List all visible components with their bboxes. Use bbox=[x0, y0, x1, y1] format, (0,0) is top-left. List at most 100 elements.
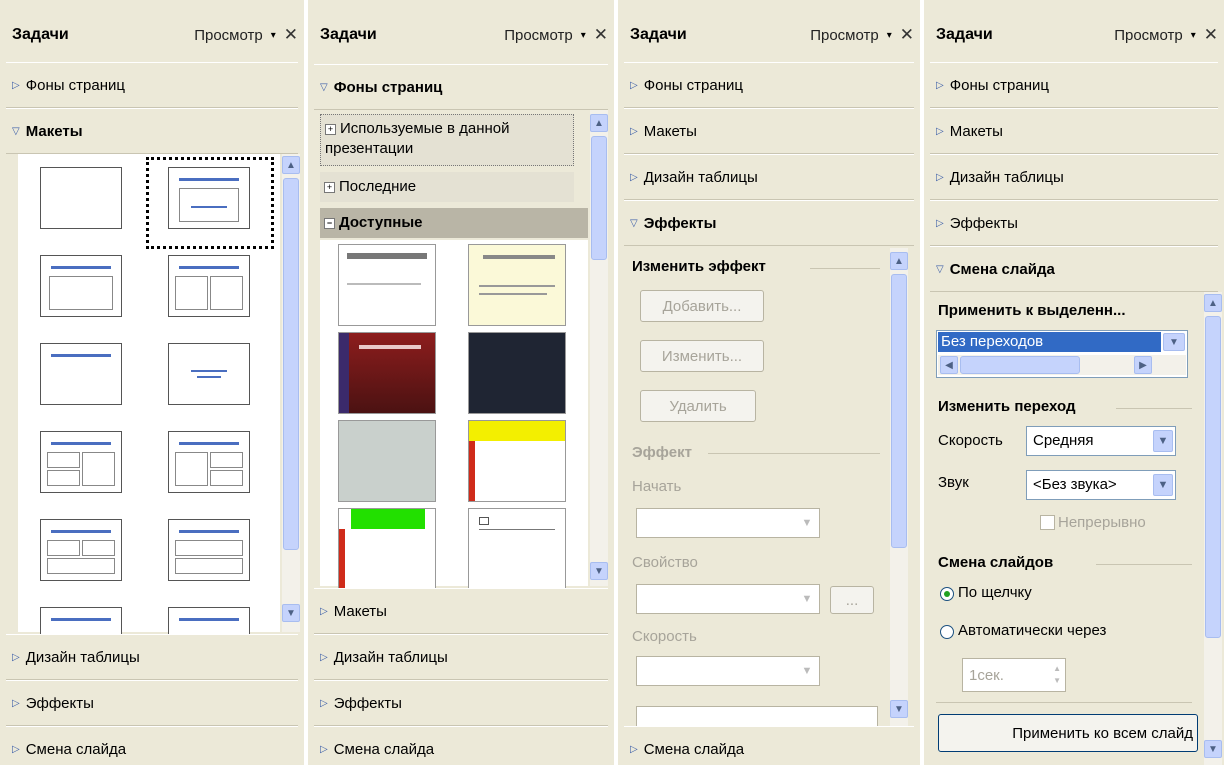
chevron-down-icon[interactable]: ▼ bbox=[1163, 333, 1185, 351]
scroll-thumb[interactable] bbox=[960, 356, 1080, 374]
section-table-design[interactable]: ▷ Дизайн таблицы bbox=[624, 154, 914, 200]
automatic-radio[interactable] bbox=[940, 625, 954, 639]
section-effects[interactable]: ▷ Эффекты bbox=[314, 680, 608, 726]
horizontal-scrollbar[interactable]: ◀ ▶ bbox=[938, 355, 1186, 375]
on-click-radio[interactable] bbox=[940, 587, 954, 601]
master-template-6[interactable] bbox=[468, 420, 566, 502]
layout-title-content-2[interactable] bbox=[40, 431, 122, 493]
transition-list[interactable]: Без переходов ▼ ◀ ▶ bbox=[936, 330, 1188, 378]
section-layouts[interactable]: ▽ Макеты bbox=[6, 108, 298, 154]
view-dropdown-icon[interactable]: ▾ bbox=[581, 30, 586, 41]
master-template-5[interactable] bbox=[338, 420, 436, 502]
layout-title-2-content-over[interactable] bbox=[168, 519, 250, 581]
section-slide-transition[interactable]: ▽ Смена слайда bbox=[930, 246, 1218, 292]
change-effect-button[interactable]: Изменить... bbox=[640, 340, 764, 372]
scroll-up-icon[interactable]: ▲ bbox=[282, 156, 300, 174]
scroll-up-icon[interactable]: ▲ bbox=[590, 114, 608, 132]
section-table-design[interactable]: ▷ Дизайн таблицы bbox=[314, 634, 608, 680]
collapse-minus-icon[interactable]: − bbox=[324, 217, 335, 229]
loop-checkbox[interactable] bbox=[1040, 515, 1055, 530]
scroll-down-icon[interactable]: ▼ bbox=[282, 604, 300, 622]
expand-plus-icon[interactable]: + bbox=[324, 181, 335, 193]
section-slide-transition[interactable]: ▷ Смена слайда bbox=[624, 726, 914, 765]
close-icon[interactable]: ✕ bbox=[1204, 25, 1218, 45]
view-dropdown-icon[interactable]: ▾ bbox=[271, 30, 276, 41]
tree-item-available[interactable]: − Доступные bbox=[320, 208, 588, 238]
scroll-down-icon[interactable]: ▼ bbox=[890, 700, 908, 718]
section-effects[interactable]: ▷ Эффекты bbox=[930, 200, 1218, 246]
tree-item-recent[interactable]: + Последние bbox=[320, 172, 574, 202]
scroll-up-icon[interactable]: ▲ bbox=[890, 252, 908, 270]
layout-blank[interactable] bbox=[40, 167, 122, 229]
section-layouts[interactable]: ▷ Макеты bbox=[314, 588, 608, 634]
view-menu[interactable]: Просмотр bbox=[504, 27, 573, 44]
view-menu[interactable]: Просмотр bbox=[194, 27, 263, 44]
delete-effect-button[interactable]: Удалить bbox=[640, 390, 756, 422]
backgrounds-scrollbar[interactable]: ▲ ▼ bbox=[590, 110, 608, 586]
property-options-button[interactable]: ... bbox=[830, 586, 874, 614]
section-backgrounds[interactable]: ▷ Фоны страниц bbox=[930, 62, 1218, 108]
scroll-right-icon[interactable]: ▶ bbox=[1134, 356, 1152, 374]
layout-title-content-over-content[interactable] bbox=[40, 519, 122, 581]
close-icon[interactable]: ✕ bbox=[594, 25, 608, 45]
scroll-down-icon[interactable]: ▼ bbox=[1204, 740, 1222, 758]
section-slide-transition[interactable]: ▷ Смена слайда bbox=[6, 726, 298, 765]
layout-title-content[interactable] bbox=[40, 255, 122, 317]
scroll-thumb[interactable] bbox=[1205, 316, 1221, 638]
layout-content-title-2[interactable] bbox=[168, 431, 250, 493]
apply-to-all-slides-button[interactable]: Применить ко всем слайд bbox=[938, 714, 1198, 752]
master-template-3[interactable] bbox=[338, 332, 436, 414]
scroll-thumb[interactable] bbox=[283, 178, 299, 550]
view-menu[interactable]: Просмотр bbox=[810, 27, 879, 44]
transition-item-selected[interactable]: Без переходов bbox=[938, 332, 1161, 352]
master-template-1[interactable] bbox=[338, 244, 436, 326]
section-table-design[interactable]: ▷ Дизайн таблицы bbox=[930, 154, 1218, 200]
effects-scrollbar[interactable]: ▲ ▼ bbox=[890, 248, 908, 726]
view-dropdown-icon[interactable]: ▾ bbox=[887, 30, 892, 41]
master-template-7[interactable] bbox=[338, 508, 436, 590]
close-icon[interactable]: ✕ bbox=[900, 25, 914, 45]
section-layouts[interactable]: ▷ Макеты bbox=[930, 108, 1218, 154]
section-backgrounds[interactable]: ▷ Фоны страниц bbox=[6, 62, 298, 108]
speed-select[interactable]: Средняя ▼ bbox=[1026, 426, 1176, 456]
master-template-2[interactable] bbox=[468, 244, 566, 326]
section-effects[interactable]: ▽ Эффекты bbox=[624, 200, 914, 246]
expand-plus-icon[interactable]: + bbox=[325, 123, 336, 135]
layout-centered-text[interactable] bbox=[168, 343, 250, 405]
expand-icon: ▷ bbox=[12, 79, 20, 91]
property-select[interactable]: ▼ bbox=[636, 584, 820, 614]
view-menu[interactable]: Просмотр bbox=[1114, 27, 1183, 44]
layouts-scrollbar[interactable]: ▲ ▼ bbox=[282, 154, 300, 632]
chevron-down-icon: ▼ bbox=[801, 517, 813, 529]
transition-scrollbar[interactable]: ▲ ▼ bbox=[1204, 292, 1222, 765]
close-icon[interactable]: ✕ bbox=[284, 25, 298, 45]
scroll-thumb[interactable] bbox=[891, 274, 907, 548]
section-table-design[interactable]: ▷ Дизайн таблицы bbox=[6, 634, 298, 680]
expand-icon: ▷ bbox=[936, 171, 944, 183]
layout-title-two-content[interactable] bbox=[168, 255, 250, 317]
add-effect-button[interactable]: Добавить... bbox=[640, 290, 764, 322]
sound-select[interactable]: <Без звука> ▼ bbox=[1026, 470, 1176, 500]
layout-title-slide[interactable] bbox=[168, 167, 250, 229]
section-layouts[interactable]: ▷ Макеты bbox=[624, 108, 914, 154]
effects-list[interactable] bbox=[636, 706, 878, 728]
delay-spinner[interactable]: 1сек. ▲ ▼ bbox=[962, 658, 1066, 692]
start-select[interactable]: ▼ bbox=[636, 508, 820, 538]
section-backgrounds[interactable]: ▽ Фоны страниц bbox=[314, 64, 608, 110]
section-slide-transition[interactable]: ▷ Смена слайда bbox=[314, 726, 608, 765]
section-label: Макеты bbox=[25, 122, 83, 140]
master-template-4[interactable] bbox=[468, 332, 566, 414]
scroll-left-icon[interactable]: ◀ bbox=[940, 356, 958, 374]
scroll-down-icon[interactable]: ▼ bbox=[590, 562, 608, 580]
master-template-8[interactable] bbox=[468, 508, 566, 590]
view-dropdown-icon[interactable]: ▾ bbox=[1191, 30, 1196, 41]
layout-title-only[interactable] bbox=[40, 343, 122, 405]
tree-item-used-in-presentation[interactable]: + Используемые в данной презентации bbox=[320, 114, 574, 166]
speed-select[interactable]: ▼ bbox=[636, 656, 820, 686]
section-effects[interactable]: ▷ Эффекты bbox=[6, 680, 298, 726]
speed-label: Скорость bbox=[632, 628, 697, 645]
scroll-up-icon[interactable]: ▲ bbox=[1204, 294, 1222, 312]
scroll-thumb[interactable] bbox=[591, 136, 607, 260]
section-label: Дизайн таблицы bbox=[949, 168, 1064, 186]
section-backgrounds[interactable]: ▷ Фоны страниц bbox=[624, 62, 914, 108]
